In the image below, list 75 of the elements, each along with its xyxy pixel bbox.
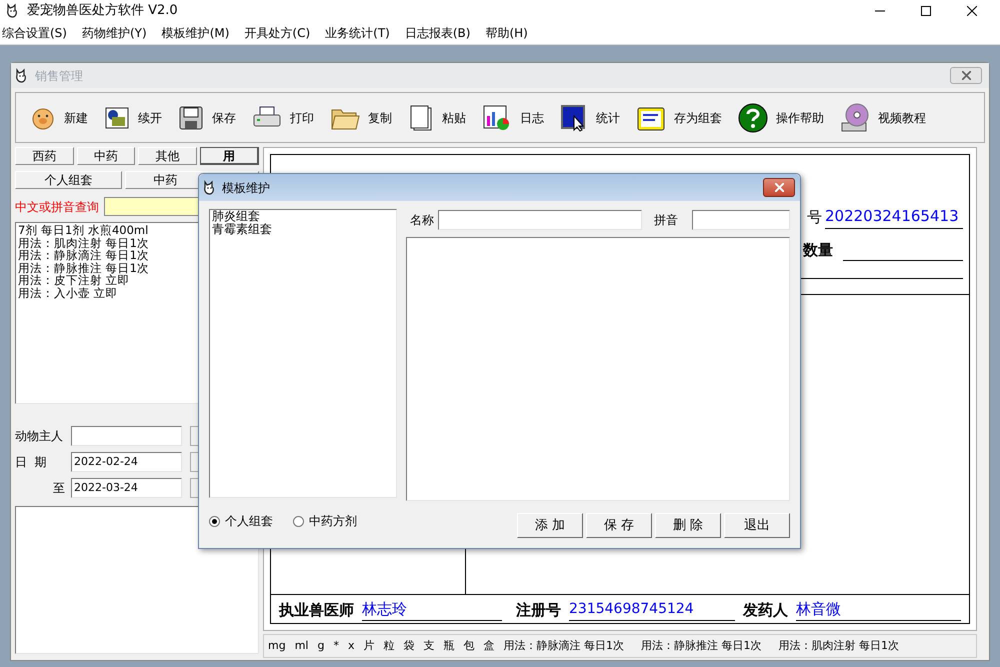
unit-item[interactable]: 包	[463, 638, 474, 654]
pinyin-field[interactable]	[692, 210, 790, 230]
unit-item[interactable]: 支	[423, 638, 434, 654]
prescription-number: 20220324165413	[825, 205, 963, 228]
tab-button[interactable]: 个人组套	[15, 171, 122, 189]
menu-item[interactable]: 药物维护(Y)	[82, 24, 147, 42]
unit-item[interactable]: 片	[363, 638, 374, 654]
unit-item[interactable]: 盒	[483, 638, 494, 654]
pinyin-label: 拼音	[654, 212, 678, 229]
app-title: 爱宠物兽医处方软件 V2.0	[27, 2, 178, 20]
pages-icon	[408, 104, 434, 132]
date-field[interactable]: 2022-02-24	[71, 452, 182, 472]
name-field[interactable]	[438, 210, 642, 230]
toolbar-button[interactable]: 视频教程	[840, 102, 926, 132]
vet-label: 执业兽医师	[279, 600, 354, 620]
unit-item[interactable]: 用法：肌肉注射 每日1次	[778, 638, 899, 654]
dialog-button[interactable]: 删 除	[655, 513, 721, 538]
unit-item[interactable]: x	[348, 638, 354, 654]
unit-item[interactable]: g	[317, 638, 324, 654]
radio-option[interactable]: 中药方剂	[293, 512, 357, 530]
unit-item[interactable]: ml	[294, 638, 308, 654]
toolbar-button[interactable]: 保存	[178, 104, 236, 130]
reg-number: 23154698745124	[569, 599, 735, 621]
unit-item[interactable]: 粒	[383, 638, 394, 654]
toolbar-button[interactable]: 打印	[252, 104, 314, 130]
close-icon[interactable]	[763, 178, 795, 197]
dispenser-name: 林音微	[796, 598, 961, 621]
chart-icon	[482, 104, 512, 132]
dialog-button[interactable]: 保 存	[586, 513, 652, 538]
date-field[interactable]: 2022-03-24	[71, 478, 182, 498]
field-label: 至	[52, 480, 66, 497]
toolbar-button[interactable]: 存为组套	[636, 104, 722, 132]
vet-name: 林志玲	[362, 598, 502, 621]
owner-field[interactable]	[71, 426, 182, 446]
window-title: 销售管理	[35, 68, 83, 84]
menu-item[interactable]: 模板维护(M)	[162, 24, 230, 42]
number-label: 号	[807, 207, 822, 228]
radio-option[interactable]: 个人组套	[209, 512, 273, 530]
dialog-button[interactable]: 退出	[724, 513, 790, 538]
template-item[interactable]: 肺炎组套	[212, 210, 394, 223]
field-label: 动物主人	[15, 428, 64, 445]
unit-item[interactable]: 用法：静脉滴注 每日1次	[503, 638, 624, 654]
menu-item[interactable]: 业务统计(T)	[325, 24, 390, 42]
unit-item[interactable]: mg	[268, 638, 286, 654]
name-label: 名称	[410, 212, 434, 229]
tab-button[interactable]: 用	[200, 147, 259, 165]
quantity-label: 数量	[803, 240, 833, 260]
unit-item[interactable]: 瓶	[443, 638, 454, 654]
toolbar-button[interactable]: 续开	[104, 104, 162, 130]
unit-item[interactable]: 用法：静脉推注 每日1次	[640, 638, 762, 654]
field-label: 日 期	[15, 454, 48, 471]
toolbar-button[interactable]: 统计	[560, 104, 620, 132]
menu-item[interactable]: 日志报表(B)	[404, 24, 470, 42]
reg-label: 注册号	[516, 600, 561, 620]
menu-item[interactable]: 帮助(H)	[485, 24, 528, 42]
unit-item[interactable]: *	[333, 638, 339, 654]
tab-button[interactable]: 中药	[76, 147, 135, 165]
question-icon	[738, 102, 768, 132]
disc-icon	[840, 102, 870, 132]
menu-item[interactable]: 综合设置(S)	[2, 24, 67, 42]
search-label: 中文或拼音查询	[15, 198, 99, 216]
menu-item[interactable]: 开具处方(C)	[244, 24, 310, 42]
unit-item[interactable]: 袋	[403, 638, 414, 654]
picture-icon	[104, 104, 130, 130]
dialog-button[interactable]: 添 加	[517, 513, 583, 538]
tab-button[interactable]: 其他	[138, 147, 196, 165]
cursor-icon	[560, 104, 588, 132]
toolbar-button[interactable]: 日志	[482, 104, 544, 132]
toolbar-button[interactable]: 操作帮助	[738, 102, 824, 132]
dispenser-label: 发药人	[743, 600, 788, 620]
toolbar-button[interactable]: 复制	[330, 104, 392, 132]
toolbar-button[interactable]: 粘贴	[408, 104, 466, 132]
template-list[interactable]: 肺炎组套 青霉素组套	[209, 209, 397, 498]
tab-button[interactable]: 西药	[15, 147, 74, 165]
toolbar-button[interactable]: 新建	[30, 104, 88, 130]
